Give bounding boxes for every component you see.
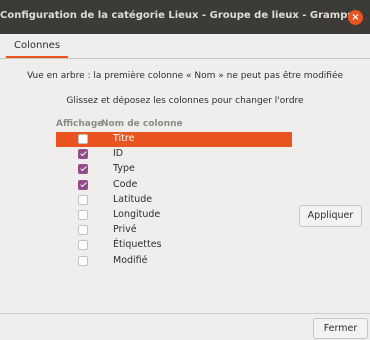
column-row[interactable]: Latitude (56, 193, 292, 208)
column-row[interactable]: Type (56, 162, 292, 177)
column-row[interactable]: Longitude (56, 208, 292, 223)
info-first-column: Vue en arbre : la première colonne « Nom… (26, 71, 344, 81)
button-bar: Fermer (0, 313, 370, 340)
tree-header: Affichage Nom de colonne (56, 118, 292, 132)
header-column-name[interactable]: Nom de colonne (101, 119, 183, 129)
display-checkbox[interactable] (78, 194, 88, 205)
display-checkbox[interactable] (78, 255, 88, 266)
close-button[interactable]: Fermer (313, 318, 368, 339)
columns-tree: Affichage Nom de colonne Titre ID Type Code… (56, 118, 292, 269)
display-checkbox[interactable] (78, 209, 88, 220)
display-checkbox[interactable] (78, 164, 88, 175)
column-name: Longitude (113, 208, 161, 220)
column-name: Étiquettes (113, 239, 162, 251)
tab-colonnes[interactable]: Colonnes (6, 34, 69, 58)
column-row[interactable]: Étiquettes (56, 238, 292, 253)
column-name: Type (113, 163, 135, 175)
column-row[interactable]: Code (56, 178, 292, 193)
window-title: Configuration de la catégorie Lieux - Gr… (0, 10, 354, 21)
column-row[interactable]: Modifié (56, 254, 292, 269)
columns-panel: Vue en arbre : la première colonne « Nom… (0, 59, 370, 313)
apply-button[interactable]: Appliquer (299, 205, 362, 227)
header-display[interactable]: Affichage (56, 119, 103, 129)
display-checkbox[interactable] (78, 134, 88, 144)
display-checkbox[interactable] (78, 240, 88, 251)
column-row[interactable]: Privé (56, 223, 292, 238)
display-checkbox[interactable] (78, 179, 88, 190)
display-checkbox[interactable] (78, 149, 88, 160)
column-name: Latitude (113, 193, 153, 205)
column-name: Privé (113, 224, 137, 236)
column-row[interactable]: Titre (56, 132, 292, 148)
column-name: Code (113, 178, 138, 190)
column-row[interactable]: ID (56, 147, 292, 162)
info-drag-drop: Glissez et déposez les colonnes pour cha… (66, 96, 304, 106)
column-name: ID (113, 148, 124, 160)
display-checkbox[interactable] (78, 225, 88, 236)
title-bar: Configuration de la catégorie Lieux - Gr… (0, 0, 370, 34)
column-name: Modifié (113, 254, 148, 266)
tab-bar: Colonnes (0, 34, 370, 59)
column-name: Titre (113, 133, 135, 144)
close-icon[interactable]: × (348, 10, 363, 25)
